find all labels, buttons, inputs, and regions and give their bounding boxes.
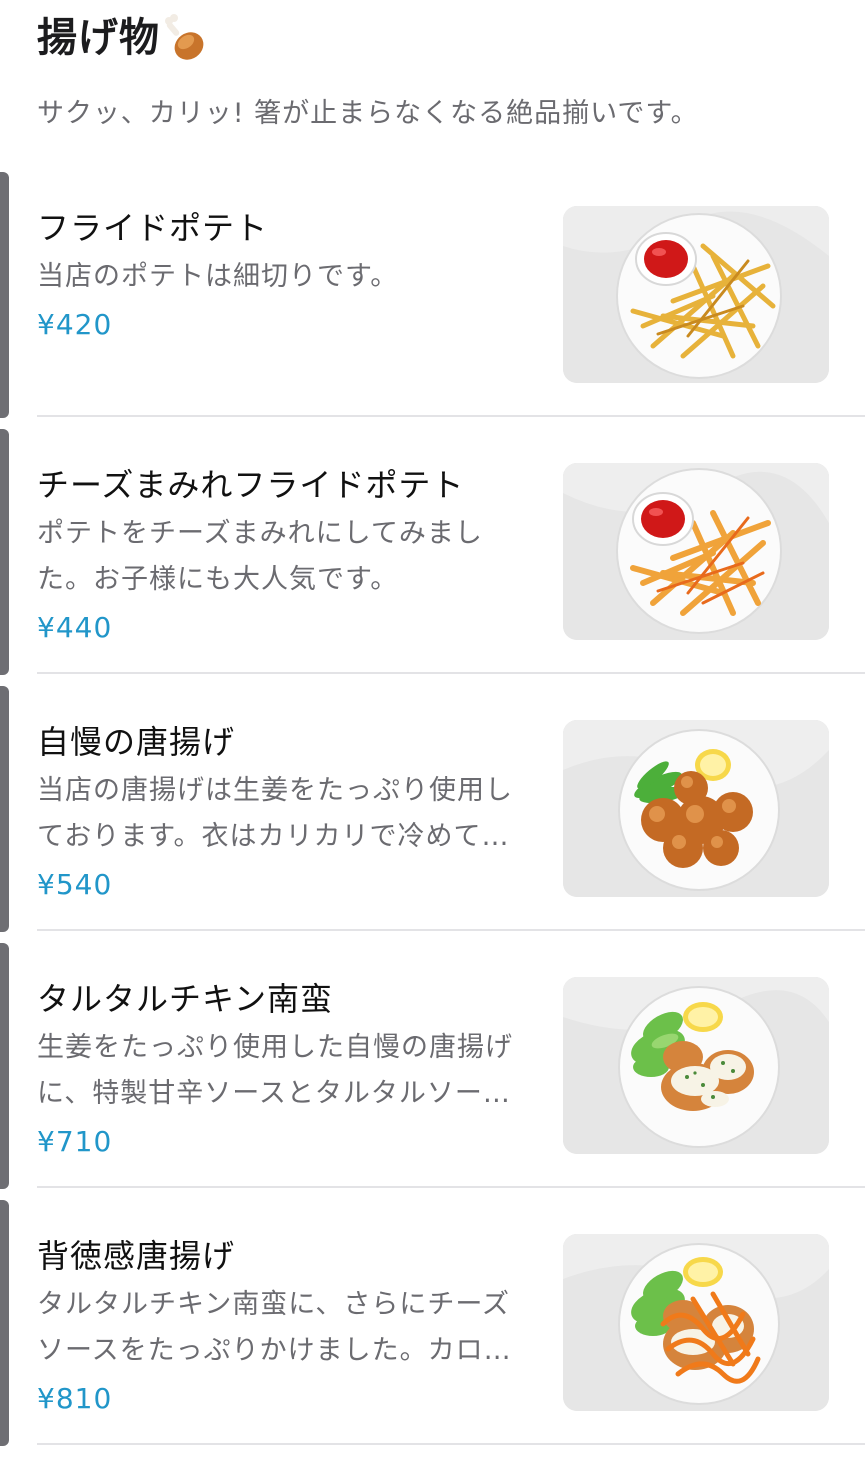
- menu-item-list: フライドポテト 当店のポテトは細切りです。 ¥420 チーズまみれフライドポテト…: [0, 172, 865, 1457]
- item-description: ポテトをチーズまみれにしてみました。お子様にも大人気です。: [37, 518, 483, 595]
- item-divider: [37, 1443, 865, 1445]
- karaage-photo[interactable]: [563, 720, 829, 897]
- item-price: ¥540: [37, 868, 113, 901]
- item-divider: [37, 415, 865, 417]
- fries-photo[interactable]: [563, 206, 829, 383]
- item-text: チーズまみれフライドポテト ポテトをチーズまみれにしてみました。お子様にも大人気…: [37, 463, 537, 651]
- item-price: ¥440: [37, 611, 113, 644]
- section-title-text: 揚げ物: [37, 15, 160, 61]
- section-header: 揚げ物 サクッ、カリッ! 箸が止まらなくなる絶品揃いです。: [37, 12, 837, 134]
- cheese-fries-photo[interactable]: [563, 463, 829, 640]
- item-price: ¥710: [37, 1125, 113, 1158]
- menu-item[interactable]: タルタルチキン南蛮 生姜をたっぷり使用した自慢の唐揚げに、特製甘辛ソースとタルタ…: [0, 943, 865, 1200]
- item-text: 背徳感唐揚げ タルタルチキン南蛮に、さらにチーズソースをたっぷりかけました。カロ…: [37, 1234, 537, 1422]
- item-accent-bar: [0, 429, 9, 675]
- item-description: 生姜をたっぷり使用した自慢の唐揚げに、特製甘辛ソースとタルタルソー…: [37, 1032, 513, 1109]
- item-description: 当店の唐揚げは生姜をたっぷり使用しております。衣はカリカリで冷めて…: [37, 775, 513, 852]
- menu-item[interactable]: チーズまみれフライドポテト ポテトをチーズまみれにしてみました。お子様にも大人気…: [0, 429, 865, 686]
- item-price: ¥420: [37, 308, 113, 341]
- item-accent-bar: [0, 172, 9, 418]
- item-accent-bar: [0, 1200, 9, 1446]
- item-name: チーズまみれフライドポテト: [37, 466, 465, 504]
- cheese-karaage-photo[interactable]: [563, 1234, 829, 1411]
- item-name: タルタルチキン南蛮: [37, 980, 334, 1018]
- item-accent-bar: [0, 943, 9, 1189]
- item-text: タルタルチキン南蛮 生姜をたっぷり使用した自慢の唐揚げに、特製甘辛ソースとタルタ…: [37, 977, 537, 1165]
- chicken-nanban-photo[interactable]: [563, 977, 829, 1154]
- item-text: 自慢の唐揚げ 当店の唐揚げは生姜をたっぷり使用しております。衣はカリカリで冷めて…: [37, 720, 537, 908]
- drumstick-icon: [165, 14, 204, 60]
- item-description: 当店のポテトは細切りです。: [37, 261, 399, 292]
- menu-item[interactable]: 背徳感唐揚げ タルタルチキン南蛮に、さらにチーズソースをたっぷりかけました。カロ…: [0, 1200, 865, 1457]
- menu-item[interactable]: 自慢の唐揚げ 当店の唐揚げは生姜をたっぷり使用しております。衣はカリカリで冷めて…: [0, 686, 865, 943]
- section-description: サクッ、カリッ! 箸が止まらなくなる絶品揃いです。: [37, 98, 699, 129]
- item-name: 背徳感唐揚げ: [37, 1237, 236, 1275]
- menu-item[interactable]: フライドポテト 当店のポテトは細切りです。 ¥420: [0, 172, 865, 429]
- item-text: フライドポテト 当店のポテトは細切りです。 ¥420: [37, 206, 537, 348]
- item-accent-bar: [0, 686, 9, 932]
- item-divider: [37, 672, 865, 674]
- item-price: ¥810: [37, 1382, 113, 1415]
- item-name: フライドポテト: [37, 209, 269, 247]
- item-divider: [37, 929, 865, 931]
- item-description: タルタルチキン南蛮に、さらにチーズソースをたっぷりかけました。カロ…: [37, 1289, 512, 1366]
- item-divider: [37, 1186, 865, 1188]
- item-name: 自慢の唐揚げ: [37, 723, 236, 761]
- section-title: 揚げ物: [37, 12, 837, 64]
